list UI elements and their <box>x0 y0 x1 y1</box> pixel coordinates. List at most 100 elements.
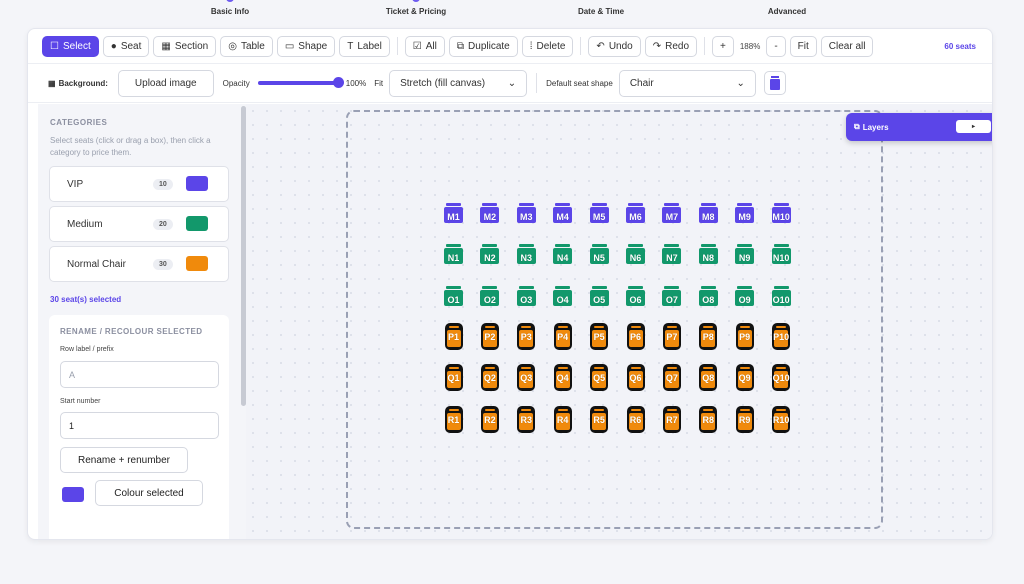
seat-M5[interactable]: M5 <box>589 203 609 223</box>
seat-M7[interactable]: M7 <box>662 203 682 223</box>
seat-P4[interactable]: P4 <box>552 323 574 350</box>
seat-N7[interactable]: N7 <box>662 244 682 264</box>
seat-R4[interactable]: R4 <box>552 406 574 433</box>
seat-P5[interactable]: P5 <box>588 323 610 350</box>
seat-P8[interactable]: P8 <box>697 323 719 350</box>
shape-tool-button[interactable]: ▭ Shape <box>276 35 336 57</box>
category-vip[interactable]: VIP 10 <box>49 166 229 202</box>
seat-M2[interactable]: M2 <box>480 203 500 223</box>
seat-Q8[interactable]: Q8 <box>697 364 719 391</box>
rename-renumber-button[interactable]: Rename + renumber <box>60 447 188 473</box>
seat-P3[interactable]: P3 <box>515 323 537 350</box>
zoom-in-button[interactable]: + <box>712 35 734 57</box>
seat-Q5[interactable]: Q5 <box>588 364 610 391</box>
seat-M3[interactable]: M3 <box>516 203 536 223</box>
seat-Q9[interactable]: Q9 <box>734 364 756 391</box>
fit-button[interactable]: Fit <box>789 35 817 57</box>
category-color-swatch[interactable] <box>186 256 208 271</box>
step-advanced[interactable]: Advanced <box>768 7 806 16</box>
upload-image-button[interactable]: Upload image <box>117 69 214 97</box>
clear-all-button[interactable]: Clear all <box>820 35 874 57</box>
seat-P1[interactable]: P1 <box>443 323 465 350</box>
category-color-swatch[interactable] <box>186 176 208 191</box>
seat-R2[interactable]: R2 <box>479 406 501 433</box>
colour-selected-button[interactable]: Colour selected <box>95 480 203 506</box>
category-normal-chair[interactable]: Normal Chair 30 <box>49 246 229 282</box>
seat-Q7[interactable]: Q7 <box>661 364 683 391</box>
seat-Q4[interactable]: Q4 <box>552 364 574 391</box>
seat-N8[interactable]: N8 <box>698 244 718 264</box>
seat-Q1[interactable]: Q1 <box>443 364 465 391</box>
seat-tool-button[interactable]: ● Seat <box>102 35 150 57</box>
seat-Q6[interactable]: Q6 <box>625 364 647 391</box>
seat-M9[interactable]: M9 <box>735 203 755 223</box>
seat-O7[interactable]: O7 <box>662 286 682 306</box>
seat-Q10[interactable]: Q10 <box>770 364 792 391</box>
recolour-swatch[interactable] <box>62 487 84 502</box>
seat-Q2[interactable]: Q2 <box>479 364 501 391</box>
seat-N5[interactable]: N5 <box>589 244 609 264</box>
duplicate-button[interactable]: ⧉ Duplicate <box>448 35 518 57</box>
seat-O8[interactable]: O8 <box>698 286 718 306</box>
seat-P7[interactable]: P7 <box>661 323 683 350</box>
category-color-swatch[interactable] <box>186 216 208 231</box>
seat-R3[interactable]: R3 <box>515 406 537 433</box>
seat-R10[interactable]: R10 <box>770 406 792 433</box>
section-tool-button[interactable]: ▦ Section <box>153 35 217 57</box>
seat-N1[interactable]: N1 <box>444 244 463 264</box>
seat-O10[interactable]: O10 <box>771 286 791 306</box>
chair-shape-button[interactable] <box>763 71 786 95</box>
seat-N3[interactable]: N3 <box>516 244 536 264</box>
undo-button[interactable]: ↶ Undo <box>588 35 641 57</box>
label-tool-button[interactable]: T Label <box>339 35 390 57</box>
step-ticket-pricing[interactable]: Ticket & Pricing <box>386 7 446 16</box>
seat-R1[interactable]: R1 <box>443 406 465 433</box>
seat-O1[interactable]: O1 <box>444 286 463 306</box>
seat-R5[interactable]: R5 <box>588 406 610 433</box>
redo-button[interactable]: ↷ Redo <box>644 35 698 57</box>
seat-M4[interactable]: M4 <box>553 203 573 223</box>
seat-O5[interactable]: O5 <box>589 286 609 306</box>
seat-R6[interactable]: R6 <box>625 406 647 433</box>
layers-panel[interactable]: ⧉ Layers ▸ <box>846 113 992 141</box>
fit-mode-select[interactable]: Stretch (fill canvas) ⌄ <box>389 69 528 97</box>
seat-Q3[interactable]: Q3 <box>515 364 537 391</box>
seat-M1[interactable]: M1 <box>444 203 463 223</box>
seat-R8[interactable]: R8 <box>697 406 719 433</box>
seat-M6[interactable]: M6 <box>626 203 645 223</box>
select-all-button[interactable]: ☑ All <box>404 35 445 57</box>
seat-O4[interactable]: O4 <box>553 286 573 306</box>
seat-N4[interactable]: N4 <box>553 244 573 264</box>
select-tool-button[interactable]: ☐ Select <box>42 35 99 57</box>
seat-P9[interactable]: P9 <box>734 323 756 350</box>
seat-O2[interactable]: O2 <box>480 286 500 306</box>
seat-canvas[interactable]: M1 M2 M3 M4 M5 M6 M7 M8 M9 M10 N1 N2 N3 N4 N5 N6 N7 N8 N9 N… <box>246 104 992 539</box>
step-basic-info[interactable]: Basic Info <box>211 7 249 16</box>
start-number-input[interactable]: 1 <box>60 412 219 439</box>
category-medium[interactable]: Medium 20 <box>49 206 229 242</box>
zoom-out-button[interactable]: - <box>766 35 786 57</box>
seat-M8[interactable]: M8 <box>698 203 718 223</box>
table-tool-button[interactable]: ◎ Table <box>220 35 273 57</box>
delete-button[interactable]: ⁞ Delete <box>521 35 574 57</box>
row-prefix-input[interactable]: A <box>60 361 219 388</box>
seat-N2[interactable]: N2 <box>480 244 500 264</box>
step-date-time[interactable]: Date & Time <box>578 7 624 16</box>
seat-N10[interactable]: N10 <box>771 244 791 264</box>
seat-P2[interactable]: P2 <box>479 323 501 350</box>
seat-R7[interactable]: R7 <box>661 406 683 433</box>
seat-M10[interactable]: M10 <box>771 203 791 223</box>
seat-N6[interactable]: N6 <box>626 244 645 264</box>
seat-shape-select[interactable]: Chair ⌄ <box>618 69 756 97</box>
seat-P6[interactable]: P6 <box>625 323 647 350</box>
seat-N9[interactable]: N9 <box>735 244 755 264</box>
layers-toggle[interactable]: ▸ <box>956 120 991 133</box>
seat-P10[interactable]: P10 <box>770 323 792 350</box>
opacity-slider[interactable] <box>257 77 344 88</box>
seat-O6[interactable]: O6 <box>626 286 645 306</box>
seat-O9[interactable]: O9 <box>735 286 755 306</box>
seat-label: R10 <box>772 415 790 425</box>
seat-O3[interactable]: O3 <box>516 286 536 306</box>
seat-R9[interactable]: R9 <box>734 406 756 433</box>
slider-knob[interactable] <box>332 77 344 88</box>
